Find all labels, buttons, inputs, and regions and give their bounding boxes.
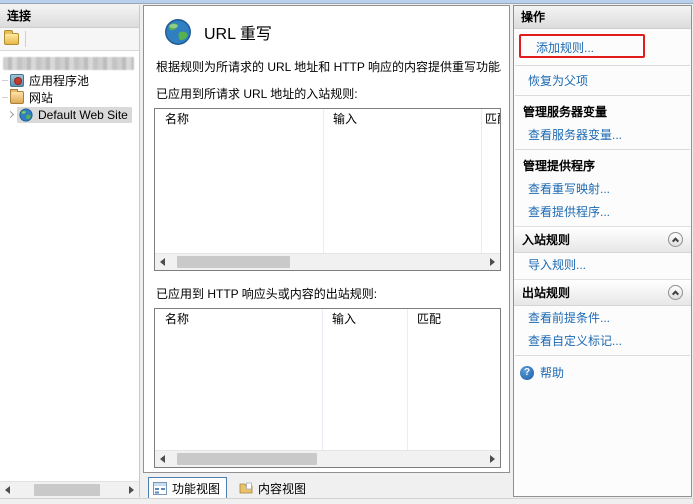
tab-content-view[interactable]: 内容视图	[235, 478, 312, 499]
view-providers-link[interactable]: 查看提供程序...	[514, 200, 691, 223]
outbound-table-header: 名称 输入 匹配	[155, 309, 500, 329]
toolbar-divider	[25, 31, 26, 47]
scroll-right-icon[interactable]	[129, 486, 134, 494]
column-separators	[155, 309, 500, 450]
inbound-rules-section-header[interactable]: 入站规则	[514, 226, 691, 253]
column-header-match[interactable]: 匹配	[407, 309, 500, 329]
tab-label: 功能视图	[172, 480, 220, 497]
content-view-icon	[239, 482, 253, 495]
outbound-rules-section-header[interactable]: 出站规则	[514, 279, 691, 306]
inbound-rules-table[interactable]: 名称 输入 匹配	[154, 108, 501, 271]
outbound-rules-label: 已应用到 HTTP 响应头或内容的出站规则:	[156, 285, 501, 302]
app-pools-icon	[10, 74, 24, 87]
import-rules-link[interactable]: 导入规则...	[514, 253, 691, 276]
feature-description: 根据规则为所请求的 URL 地址和 HTTP 响应的内容提供重写功能。	[156, 58, 501, 75]
scrollbar-thumb[interactable]	[177, 256, 290, 268]
manage-server-variables-header: 管理服务器变量	[514, 99, 691, 123]
scroll-left-icon[interactable]	[160, 455, 165, 463]
scroll-right-icon[interactable]	[490, 258, 495, 266]
add-rule-label: 添加规则...	[536, 41, 594, 55]
inbound-table-header: 名称 输入 匹配	[155, 109, 500, 129]
scroll-left-icon[interactable]	[160, 258, 165, 266]
section-label: 出站规则	[522, 284, 570, 301]
chevron-up-icon	[672, 237, 679, 244]
divider	[515, 65, 690, 66]
tree-node-app-pools[interactable]: 应用程序池	[0, 72, 139, 89]
connections-hscrollbar[interactable]	[0, 481, 139, 497]
help-link[interactable]: ? 帮助	[514, 359, 691, 385]
add-rule-link[interactable]: 添加规则...	[514, 33, 691, 62]
collapse-button[interactable]	[668, 285, 683, 300]
divider	[515, 95, 690, 96]
column-header-input[interactable]: 输入	[322, 309, 407, 329]
column-header-name[interactable]: 名称	[155, 309, 322, 329]
collapse-button[interactable]	[668, 232, 683, 247]
actions-title: 操作	[514, 6, 691, 29]
tree-connector	[2, 97, 8, 98]
tree-node-label: 网站	[29, 89, 53, 106]
url-rewrite-globe-icon	[164, 18, 192, 46]
inbound-table-hscrollbar[interactable]	[155, 253, 500, 270]
scroll-left-icon[interactable]	[5, 486, 10, 494]
view-server-variables-link[interactable]: 查看服务器变量...	[514, 123, 691, 146]
scroll-right-icon[interactable]	[490, 455, 495, 463]
outbound-rules-table[interactable]: 名称 输入 匹配	[154, 308, 501, 468]
url-rewrite-feature-page: URL 重写 根据规则为所请求的 URL 地址和 HTTP 响应的内容提供重写功…	[143, 5, 510, 473]
page-title-row: URL 重写	[164, 18, 501, 46]
create-connection-icon[interactable]	[4, 33, 19, 45]
actions-panel: 操作 添加规则... 恢复为父项 管理服务器变量 查看服务器变量... 管理提供…	[513, 5, 692, 497]
revert-to-parent-link[interactable]: 恢复为父项	[514, 69, 691, 92]
help-label: 帮助	[540, 364, 564, 381]
globe-icon	[19, 108, 33, 122]
tree-node-label: Default Web Site	[38, 108, 128, 122]
column-header-match[interactable]: 匹配	[481, 109, 500, 129]
outbound-table-hscrollbar[interactable]	[155, 450, 500, 467]
sites-folder-icon	[10, 91, 24, 104]
column-header-name[interactable]: 名称	[155, 109, 323, 129]
view-rewrite-maps-link[interactable]: 查看重写映射...	[514, 177, 691, 200]
column-header-input[interactable]: 输入	[323, 109, 481, 129]
chevron-right-icon[interactable]	[7, 111, 14, 118]
tree-selected-highlight: Default Web Site	[17, 107, 132, 123]
connections-toolbar	[0, 28, 139, 51]
manage-providers-header: 管理提供程序	[514, 153, 691, 177]
tree-node-label: 应用程序池	[29, 72, 89, 89]
scrollbar-thumb[interactable]	[177, 453, 317, 465]
divider	[515, 149, 690, 150]
status-bar	[0, 498, 693, 504]
page-title: URL 重写	[204, 20, 272, 44]
divider	[515, 355, 690, 356]
inbound-rules-label: 已应用到所请求 URL 地址的入站规则:	[156, 85, 501, 102]
chevron-up-icon	[672, 290, 679, 297]
tree-node-server[interactable]	[0, 55, 139, 72]
scrollbar-thumb[interactable]	[34, 484, 100, 496]
connections-panel: 连接 应用程序池 网站	[0, 5, 140, 497]
view-preconditions-link[interactable]: 查看前提条件...	[514, 306, 691, 329]
view-custom-tags-link[interactable]: 查看自定义标记...	[514, 329, 691, 352]
section-label: 入站规则	[522, 231, 570, 248]
breadcrumb-bottom-strip	[0, 0, 693, 4]
tab-label: 内容视图	[258, 480, 306, 497]
help-icon: ?	[520, 366, 534, 380]
server-name-redacted	[3, 57, 134, 70]
view-tabs: 功能视图 内容视图	[148, 477, 312, 500]
column-separators	[155, 109, 500, 253]
tree-connector	[2, 80, 8, 81]
connections-tree: 应用程序池 网站 Default Web Site	[0, 51, 139, 123]
tree-node-default-web-site[interactable]: Default Web Site	[0, 106, 139, 123]
tab-features-view[interactable]: 功能视图	[148, 477, 227, 500]
features-view-icon	[153, 482, 167, 495]
connections-title: 连接	[0, 5, 139, 28]
tree-node-sites[interactable]: 网站	[0, 89, 139, 106]
